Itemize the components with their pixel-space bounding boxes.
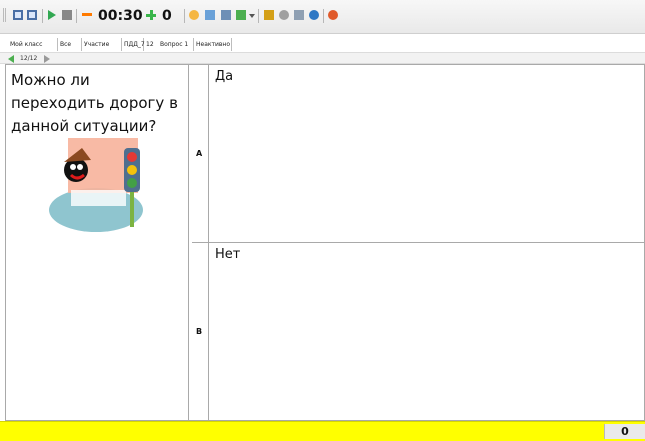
answer-b-text: Нет [215,247,241,262]
page-indicator: 12/12 [20,55,38,62]
lock-icon[interactable] [264,10,274,20]
eye-icon[interactable] [279,10,289,20]
next-arrow-icon[interactable] [44,55,50,63]
question-panel: Можно ли переходить дорогу в данной ситу… [6,65,189,420]
prev-arrow-icon[interactable] [8,55,14,63]
info-state: Неактивно [194,38,232,51]
info-test-name: ПДД_7 [122,38,145,51]
students-icon[interactable] [189,10,199,20]
info-participation: Участие [82,38,122,51]
chart-icon[interactable] [236,10,246,20]
score-box: 0 [604,424,645,439]
gallery-icon[interactable] [221,10,231,20]
window-dual-icon[interactable] [27,10,37,20]
answer-a-text: Да [215,69,234,84]
counter: 0 [162,8,172,24]
info-count: 12 [146,41,154,48]
answer-a-letter-cell: A [192,65,209,242]
answer-b[interactable]: B Нет [192,243,644,420]
answer-b-letter-cell: B [192,243,209,420]
status-bar: 0 [0,421,645,441]
answers-panel: A Да B Нет [192,65,644,420]
toolbar: 00:30 0 [0,0,645,34]
answer-b-letter: B [196,326,203,336]
list-icon[interactable] [205,10,215,20]
info-all: Все [58,38,82,51]
answer-a[interactable]: A Да [192,65,644,243]
info-question: Вопрос 1 [158,38,194,51]
grip-icon [3,8,8,22]
info-bar: Мой класс Все Участие ПДД_7 12 Вопрос 1 … [0,38,645,51]
help-icon[interactable] [309,10,319,20]
window-icon[interactable] [13,10,23,20]
main-panel: Можно ли переходить дорогу в данной ситу… [5,64,645,421]
nav-bar: 12/12 [0,52,645,64]
stop-icon[interactable] [62,10,72,20]
plus-icon[interactable] [146,10,156,20]
close-icon[interactable] [328,10,338,20]
play-icon[interactable] [48,10,56,20]
answer-a-letter: A [196,148,203,158]
info-class: Мой класс [8,38,58,51]
question-text: Можно ли переходить дорогу в данной ситу… [11,71,178,135]
settings-icon[interactable] [294,10,304,20]
dropdown-arrow-icon[interactable] [249,14,255,18]
timer: 00:30 [98,8,143,24]
minus-icon[interactable] [82,13,92,16]
traffic-light-illustration [49,138,143,232]
